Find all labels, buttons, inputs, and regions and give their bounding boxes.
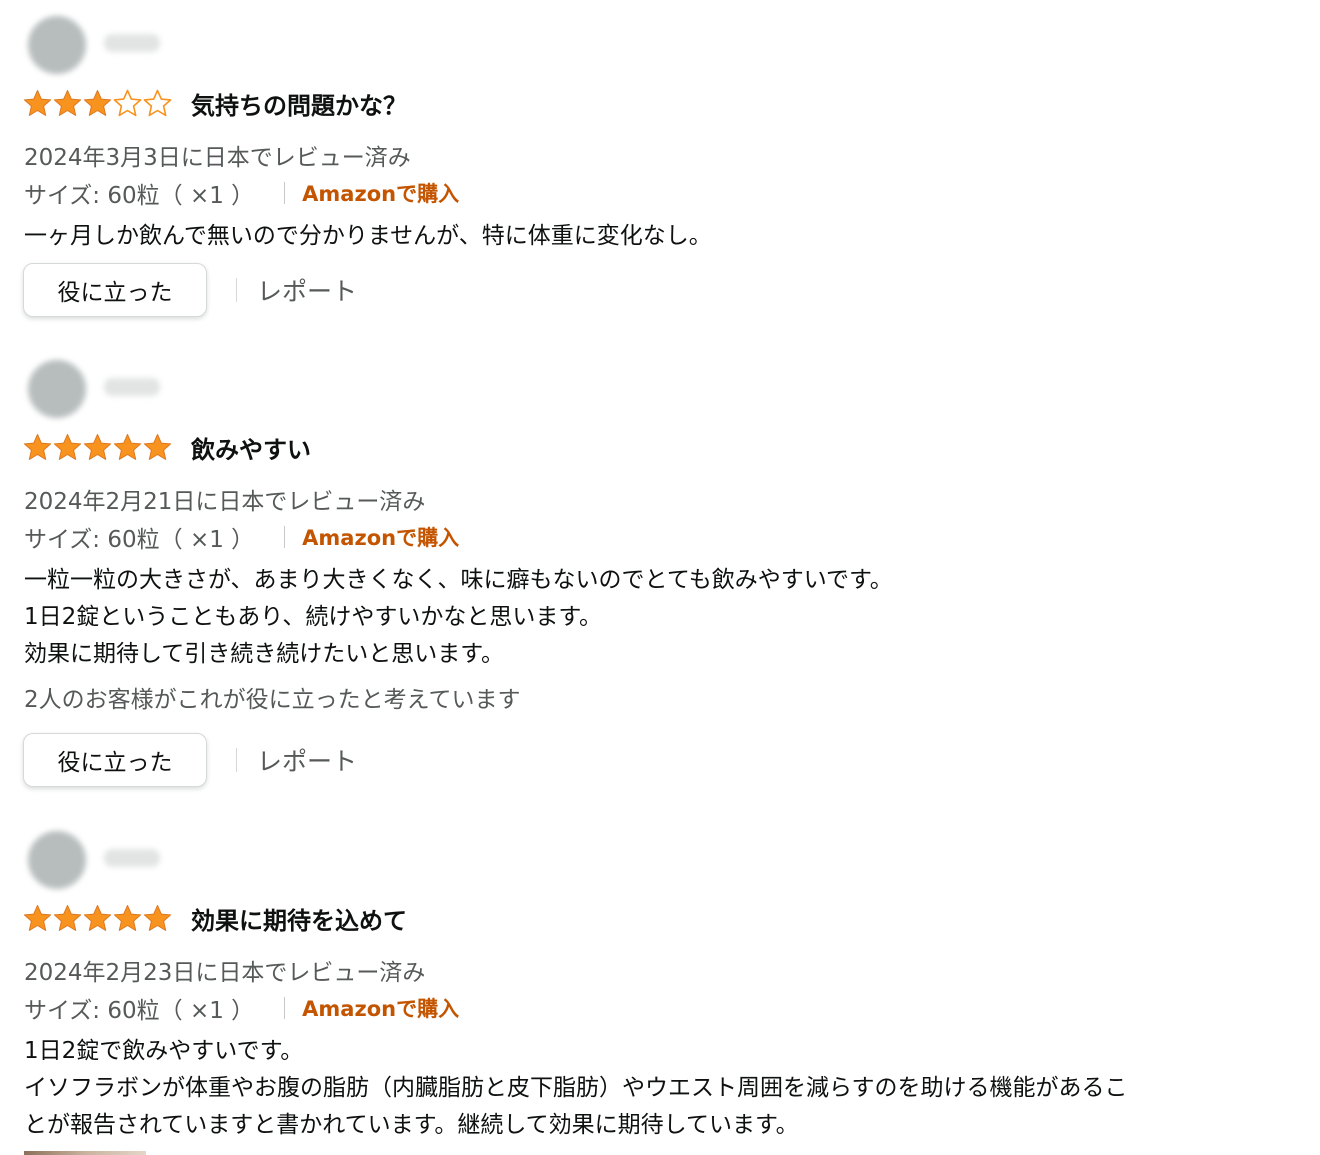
star-filled-icon (83, 904, 112, 931)
review-body-line: 効果に期待して引き続き続けたいと思います。 (24, 641, 505, 667)
review-body-line: イソフラボンが体重やお腹の脂肪（内臓脂肪と皮下脂肪）やウエスト周囲を減らすのを助… (24, 1075, 1128, 1101)
avatar[interactable] (28, 16, 86, 74)
review-body-line: 1日2錠ということもあり、続けやすいかなと思います。 (24, 604, 603, 630)
star-rating[interactable] (23, 904, 172, 933)
review-body-line: とが報告されていますと書かれています。継続して効果に期待しています。 (24, 1112, 799, 1138)
star-filled-icon (143, 904, 172, 931)
size-variant[interactable]: サイズ: 60粒（ ×1 ） (24, 520, 254, 554)
divider (236, 748, 237, 772)
helpful-button[interactable]: 役に立った (23, 733, 207, 787)
star-filled-icon (53, 433, 82, 460)
report-link[interactable]: レポート (257, 742, 357, 778)
review-meta: サイズ: 60粒（ ×1 ） Amazonで購入 (24, 521, 459, 553)
review-body: 一粒一粒の大きさが、あまり大きくなく、味に癖もないのでとても飲みやすいです。 1日… (24, 562, 893, 673)
size-variant[interactable]: サイズ: 60粒（ ×1 ） (24, 176, 254, 210)
divider (236, 278, 237, 302)
star-filled-icon (53, 89, 82, 116)
review-meta: サイズ: 60粒（ ×1 ） Amazonで購入 (24, 177, 459, 209)
divider (284, 526, 286, 548)
divider (284, 997, 286, 1019)
review-image-thumbnail[interactable] (24, 1151, 146, 1155)
divider (284, 182, 286, 204)
helpful-count-text: 2人のお客様がこれが役に立ったと考えています (24, 687, 521, 713)
size-variant[interactable]: サイズ: 60粒（ ×1 ） (24, 991, 254, 1025)
review-title[interactable]: 気持ちの問題かな？ (191, 86, 407, 121)
star-empty-icon (143, 89, 172, 116)
review-body: 1日2錠で飲みやすいです。イソフラボンが体重やお腹の脂肪（内臓脂肪と皮下脂肪）や… (24, 1033, 1128, 1144)
review-title[interactable]: 飲みやすい (191, 430, 311, 465)
star-filled-icon (23, 904, 52, 931)
avatar[interactable] (28, 360, 86, 418)
review-body-line: 一粒一粒の大きさが、あまり大きくなく、味に癖もないのでとても飲みやすいです。 (24, 567, 893, 593)
verified-purchase-badge: Amazonで購入 (302, 997, 460, 1021)
review-title-row: 気持ちの問題かな？ (23, 86, 407, 121)
star-filled-icon (23, 89, 52, 116)
review-date: 2024年3月3日に日本でレビュー済み (24, 145, 411, 171)
verified-purchase-badge: Amazonで購入 (302, 182, 460, 206)
review-actions: 役に立った レポート (23, 732, 357, 788)
reviewer-profile[interactable] (18, 10, 190, 82)
star-rating[interactable] (23, 433, 172, 462)
star-filled-icon (83, 433, 112, 460)
review-actions: 役に立った レポート (23, 262, 357, 318)
verified-purchase-badge: Amazonで購入 (302, 526, 460, 550)
reviewer-name[interactable] (104, 378, 160, 396)
star-filled-icon (113, 904, 142, 931)
star-rating[interactable] (23, 89, 172, 118)
review-body-line: 1日2錠で飲みやすいです。 (24, 1038, 304, 1064)
avatar[interactable] (28, 831, 86, 889)
review-meta: サイズ: 60粒（ ×1 ） Amazonで購入 (24, 992, 459, 1024)
review-title-row: 飲みやすい (23, 430, 311, 465)
report-link[interactable]: レポート (257, 272, 357, 308)
star-filled-icon (53, 904, 82, 931)
reviewer-name[interactable] (104, 34, 160, 52)
star-filled-icon (23, 433, 52, 460)
star-filled-icon (83, 89, 112, 116)
review-title-row: 効果に期待を込めて (23, 901, 407, 936)
review-body-line: 一ヶ月しか飲んで無いので分かりませんが、特に体重に変化なし。 (24, 223, 712, 249)
review-date: 2024年2月21日に日本でレビュー済み (24, 489, 426, 515)
reviewer-profile[interactable] (18, 825, 190, 897)
review-title[interactable]: 効果に期待を込めて (191, 901, 407, 936)
star-filled-icon (143, 433, 172, 460)
reviewer-profile[interactable] (18, 354, 190, 426)
star-empty-icon (113, 89, 142, 116)
review-body: 一ヶ月しか飲んで無いので分かりませんが、特に体重に変化なし。 (24, 218, 712, 255)
helpful-button[interactable]: 役に立った (23, 263, 207, 317)
reviewer-name[interactable] (104, 849, 160, 867)
star-filled-icon (113, 433, 142, 460)
review-date: 2024年2月23日に日本でレビュー済み (24, 960, 426, 986)
